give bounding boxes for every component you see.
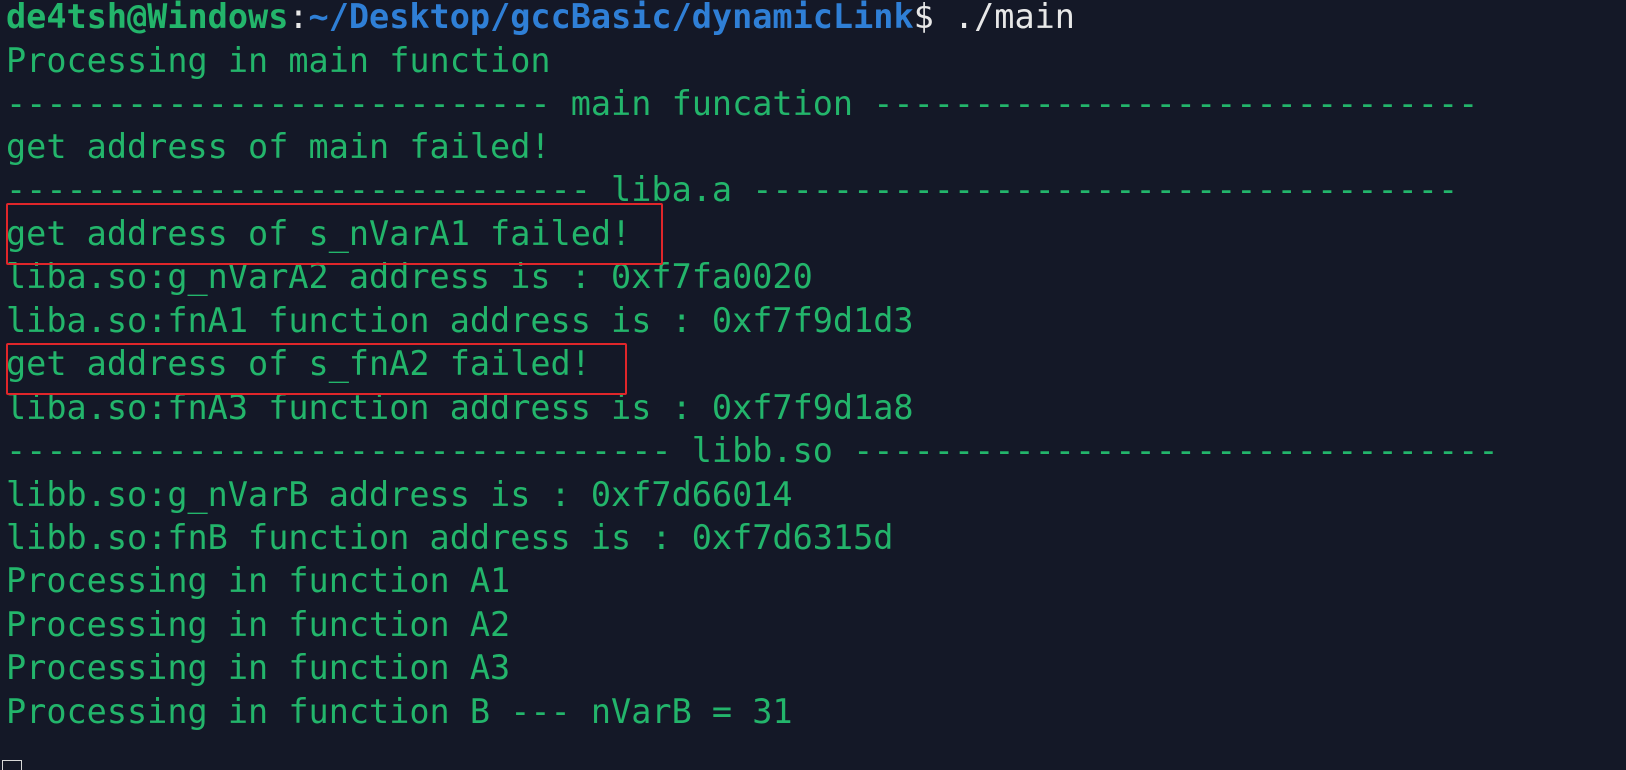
separator-libb: --------------------------------- libb.s… bbox=[6, 431, 1499, 470]
output-line-highlighted: get address of s_fnA2 failed! bbox=[6, 344, 591, 383]
output-line: Processing in main function bbox=[6, 41, 551, 80]
prompt-separator: : bbox=[288, 0, 309, 36]
terminal-cursor bbox=[2, 760, 22, 770]
output-line: Processing in function B --- nVarB = 31 bbox=[6, 692, 793, 731]
prompt-symbol: $ bbox=[913, 0, 934, 36]
prompt-path: ~/Desktop/gccBasic/dynamicLink bbox=[308, 0, 914, 36]
separator-liba: ----------------------------- liba.a ---… bbox=[6, 170, 1459, 209]
output-line-highlighted: get address of s_nVarA1 failed! bbox=[6, 214, 632, 253]
separator-main: --------------------------- main funcati… bbox=[6, 84, 1479, 123]
output-line: Processing in function A1 bbox=[6, 561, 511, 600]
prompt-command: ./main bbox=[933, 0, 1075, 36]
terminal-window[interactable]: de4tsh@Windows:~/Desktop/gccBasic/dynami… bbox=[0, 0, 1626, 770]
output-line: libb.so:g_nVarB address is : 0xf7d66014 bbox=[6, 475, 793, 514]
output-line: libb.so:fnB function address is : 0xf7d6… bbox=[6, 518, 894, 557]
output-line: liba.so:fnA3 function address is : 0xf7f… bbox=[6, 388, 914, 427]
output-line: liba.so:fnA1 function address is : 0xf7f… bbox=[6, 301, 914, 340]
output-line: get address of main failed! bbox=[6, 127, 551, 166]
prompt-user-host: de4tsh@Windows bbox=[6, 0, 289, 36]
output-line: Processing in function A2 bbox=[6, 605, 511, 644]
output-line: Processing in function A3 bbox=[6, 648, 511, 687]
prompt-line: de4tsh@Windows:~/Desktop/gccBasic/dynami… bbox=[6, 0, 1075, 39]
output-line: liba.so:g_nVarA2 address is : 0xf7fa0020 bbox=[6, 257, 813, 296]
